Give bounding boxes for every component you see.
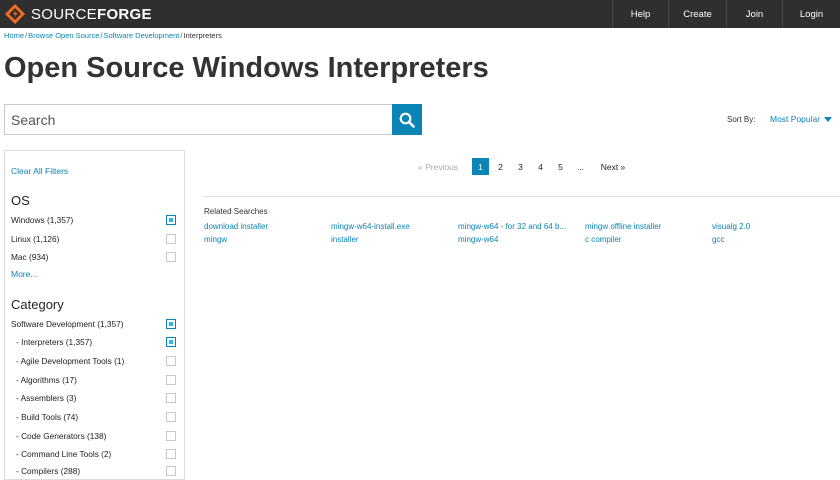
related-search-link[interactable]: mingw-w64 - for 32 and 64 b... — [458, 222, 566, 231]
sort-dropdown[interactable]: Most Popular — [770, 114, 833, 124]
filter-checkbox[interactable] — [166, 466, 176, 476]
breadcrumb-home[interactable]: Home — [4, 31, 24, 40]
breadcrumb: Home/Browse Open Source/Software Develop… — [4, 31, 222, 40]
related-search-link[interactable]: mingw-w64 — [458, 235, 498, 244]
filter-category-compilers[interactable]: - Compilers (288) — [11, 464, 176, 478]
filter-label: - Agile Development Tools (1) — [16, 356, 125, 366]
filter-checkbox[interactable] — [166, 449, 176, 459]
filter-checkbox[interactable] — [166, 319, 176, 329]
filter-checkbox[interactable] — [166, 412, 176, 422]
clear-all-filters-link[interactable]: Clear All Filters — [11, 166, 68, 176]
page-title: Open Source Windows Interpreters — [4, 52, 489, 84]
filter-os-linux[interactable]: Linux (1,126) — [11, 232, 176, 246]
filter-label: - Compilers (288) — [16, 466, 81, 476]
breadcrumb-browse[interactable]: Browse Open Source — [28, 31, 99, 40]
filter-label: - Interpreters (1,357) — [16, 337, 93, 347]
pagination-ellipsis: ... — [576, 161, 585, 172]
pagination-page-5[interactable]: 5 — [552, 158, 569, 175]
related-search-link[interactable]: mingw offline installer — [585, 222, 661, 231]
category-filter-title: Category — [11, 297, 64, 312]
pagination-page-1[interactable]: 1 — [472, 158, 489, 175]
pagination-page-2[interactable]: 2 — [492, 158, 509, 175]
related-search-link[interactable]: mingw — [204, 235, 227, 244]
filter-checkbox[interactable] — [166, 356, 176, 366]
filter-category-command-line-tools[interactable]: - Command Line Tools (2) — [11, 447, 176, 461]
nav-login-link[interactable]: Login — [782, 0, 840, 28]
filter-checkbox[interactable] — [166, 393, 176, 403]
filter-category-algorithms[interactable]: - Algorithms (17) — [11, 373, 176, 387]
filter-label: - Command Line Tools (2) — [16, 449, 112, 459]
filter-category-interpreters[interactable]: - Interpreters (1,357) — [11, 335, 176, 349]
pagination-page-3[interactable]: 3 — [512, 158, 529, 175]
pagination: « Previous 1 2 3 4 5 ... Next » — [418, 158, 631, 175]
filter-checkbox[interactable] — [166, 431, 176, 441]
related-search-link[interactable]: download installer — [204, 222, 268, 231]
search-input[interactable] — [4, 104, 393, 135]
breadcrumb-software-development[interactable]: Software Development — [104, 31, 180, 40]
os-filter-title: OS — [11, 193, 30, 208]
sourceforge-logo[interactable]: SOURCEFORGE — [4, 3, 152, 25]
nav-help-link[interactable]: Help — [612, 0, 668, 28]
breadcrumb-current: Interpreters — [183, 31, 222, 40]
top-navbar: SOURCEFORGE Help Create Join Login — [0, 0, 840, 28]
filter-category-agile-development-tools[interactable]: - Agile Development Tools (1) — [11, 354, 176, 368]
filter-sidebar: Clear All Filters OS Windows (1,357) Lin… — [4, 150, 185, 480]
nav-create-link[interactable]: Create — [668, 0, 726, 28]
related-search-link[interactable]: mingw-w64-install.exe — [331, 222, 410, 231]
filter-label: Linux (1,126) — [11, 234, 60, 244]
filter-label: Software Development (1,357) — [11, 319, 124, 329]
related-search-link[interactable]: c compiler — [585, 235, 621, 244]
related-search-link[interactable]: visualg 2.0 — [712, 222, 750, 231]
header-nav: Help Create Join Login — [612, 0, 840, 28]
filter-label: - Algorithms (17) — [16, 375, 77, 385]
filter-label: Windows (1,357) — [11, 215, 74, 225]
filter-os-windows[interactable]: Windows (1,357) — [11, 213, 176, 227]
filter-checkbox[interactable] — [166, 234, 176, 244]
filter-label: Mac (934) — [11, 252, 49, 262]
related-search-link[interactable]: installer — [331, 235, 359, 244]
filter-category-assemblers[interactable]: - Assemblers (3) — [11, 391, 176, 405]
sourceforge-diamond-icon — [5, 4, 25, 24]
filter-checkbox[interactable] — [166, 375, 176, 385]
nav-join-link[interactable]: Join — [726, 0, 782, 28]
related-search-link[interactable]: gcc — [712, 235, 724, 244]
pagination-page-4[interactable]: 4 — [532, 158, 549, 175]
sort-label: Sort By: — [727, 115, 756, 124]
pagination-next[interactable]: Next » — [595, 158, 631, 175]
filter-category-build-tools[interactable]: - Build Tools (74) — [11, 410, 176, 424]
search-icon — [399, 112, 415, 128]
search-button[interactable] — [392, 104, 422, 135]
pagination-previous[interactable]: « Previous — [418, 158, 468, 175]
sort-value: Most Popular — [770, 114, 821, 124]
filter-checkbox[interactable] — [166, 337, 176, 347]
filter-os-mac[interactable]: Mac (934) — [11, 250, 176, 264]
filter-label: - Build Tools (74) — [16, 412, 79, 422]
filter-label: - Code Generators (138) — [16, 431, 107, 441]
filter-category-software-development[interactable]: Software Development (1,357) — [11, 317, 176, 331]
logo-text: SOURCEFORGE — [31, 5, 152, 23]
filter-label: - Assemblers (3) — [16, 393, 77, 403]
related-searches-title: Related Searches — [204, 207, 268, 216]
caret-down-icon — [824, 116, 833, 122]
filter-checkbox[interactable] — [166, 252, 176, 262]
divider — [204, 196, 840, 197]
filter-category-code-generators[interactable]: - Code Generators (138) — [11, 429, 176, 443]
os-more-link[interactable]: More... — [11, 269, 37, 279]
filter-checkbox[interactable] — [166, 215, 176, 225]
